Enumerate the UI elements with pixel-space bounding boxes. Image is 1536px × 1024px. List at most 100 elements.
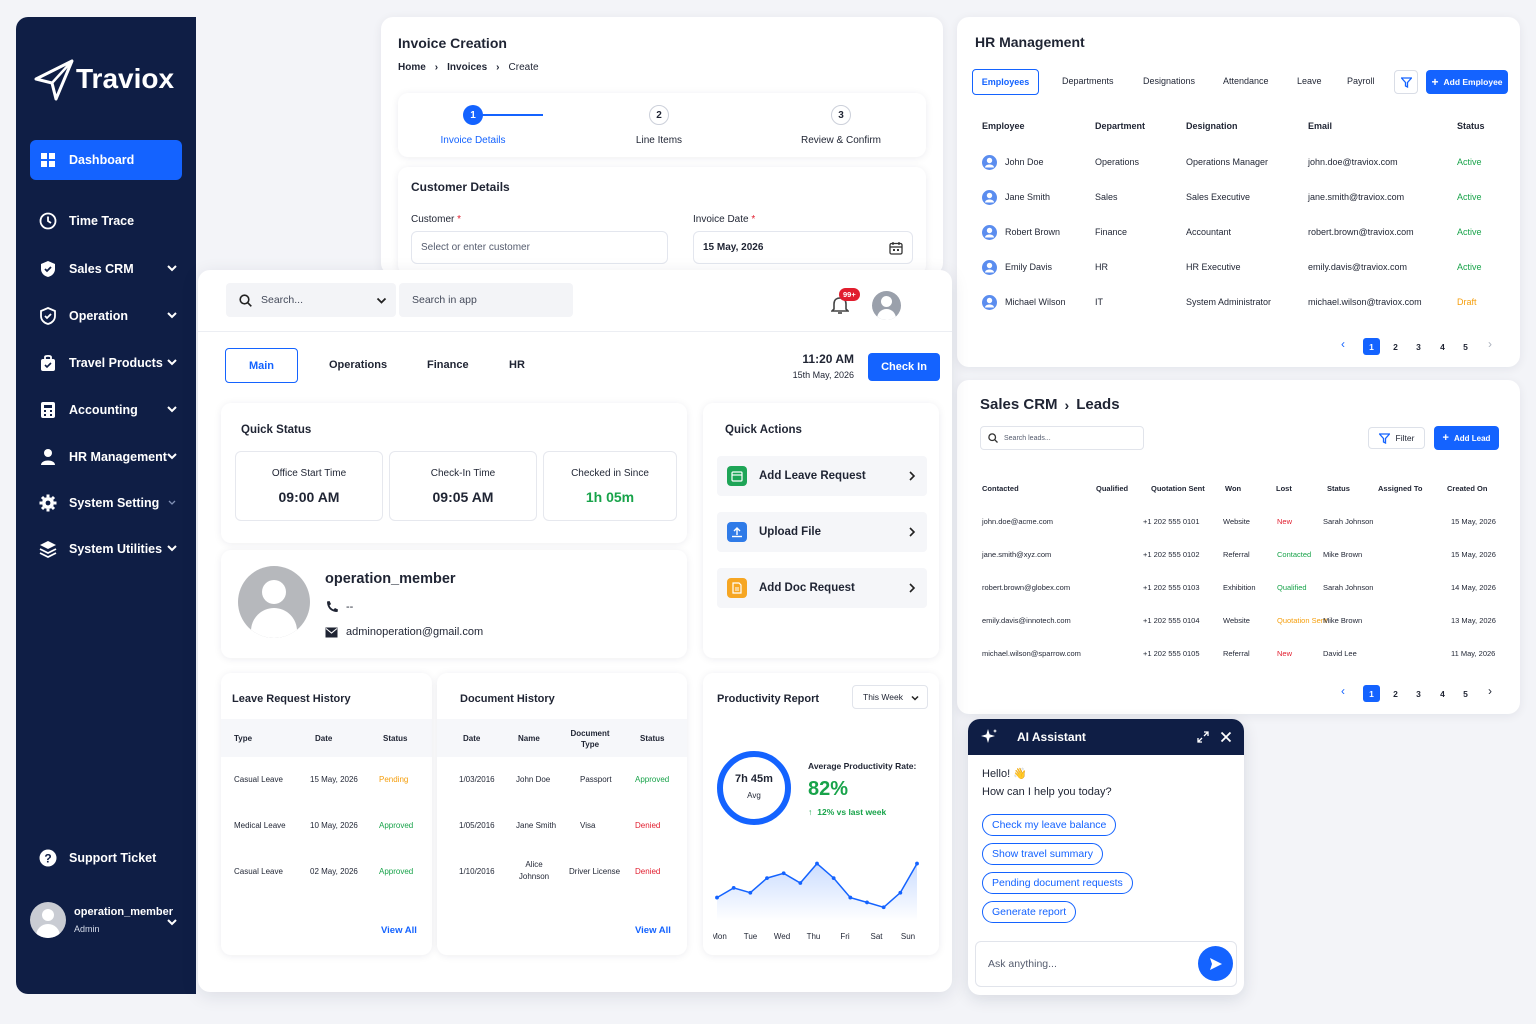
upload-file-button[interactable]: Upload File — [717, 512, 927, 552]
table-cell[interactable]: Emily Davis — [1005, 262, 1052, 272]
suggestion-travel-summary[interactable]: Show travel summary — [982, 843, 1103, 865]
search-icon — [988, 433, 998, 443]
sales-title-text: Sales CRM — [980, 396, 1058, 413]
expand-icon[interactable] — [1197, 731, 1209, 743]
table-cell[interactable]: Michael Wilson — [1005, 297, 1066, 307]
tab-payroll[interactable]: Payroll — [1347, 76, 1375, 86]
global-search-select[interactable]: Search... — [226, 283, 396, 317]
close-icon[interactable] — [1220, 731, 1232, 743]
page-1-button[interactable]: 1 — [1363, 685, 1380, 702]
plus-icon: + — [1442, 432, 1449, 444]
avatar[interactable] — [872, 291, 901, 320]
check-in-button[interactable]: Check In — [868, 353, 940, 381]
tab-designations[interactable]: Designations — [1143, 76, 1195, 86]
table-cell: Jane Smith — [516, 821, 557, 830]
filter-button[interactable]: Filter — [1368, 427, 1425, 449]
table-cell[interactable]: Jane Smith — [1005, 192, 1050, 202]
chevron-down-icon — [167, 406, 177, 413]
page-4-button[interactable]: 4 — [1434, 685, 1451, 702]
range-select[interactable]: This Week — [852, 685, 928, 709]
next-page-button[interactable]: › — [1488, 337, 1492, 351]
tab-finance[interactable]: Finance — [427, 359, 469, 371]
page-3-button[interactable]: 3 — [1410, 338, 1427, 355]
page-5-button[interactable]: 5 — [1457, 338, 1474, 355]
notification-button[interactable]: 99+ — [831, 288, 860, 315]
table-cell[interactable]: jane.smith@xyz.com — [982, 550, 1051, 559]
prev-page-button[interactable]: ‹ — [1341, 684, 1345, 698]
stat-value: 09:00 AM — [278, 489, 340, 505]
status-badge: Approved — [379, 867, 414, 876]
table-cell[interactable]: emily.davis@innotech.com — [982, 616, 1071, 625]
customer-input[interactable]: Select or enter customer — [411, 231, 668, 264]
page-2-button[interactable]: 2 — [1387, 338, 1404, 355]
profile-phone: -- — [325, 600, 353, 613]
sidebar-item-operation[interactable]: Operation — [30, 296, 182, 336]
sidebar-item-system-setting[interactable]: System Setting — [30, 483, 182, 523]
column-header: Email — [1308, 121, 1333, 131]
tab-leave[interactable]: Leave — [1297, 76, 1322, 86]
add-doc-request-button[interactable]: Add Doc Request — [717, 568, 927, 608]
search-icon — [239, 293, 252, 307]
help-icon: ? — [39, 849, 57, 867]
page-2-button[interactable]: 2 — [1387, 685, 1404, 702]
sidebar-item-hr-management[interactable]: HR Management — [30, 437, 182, 477]
add-lead-button[interactable]: + Add Lead — [1434, 426, 1499, 450]
filter-button[interactable] — [1394, 70, 1418, 94]
prev-page-button[interactable]: ‹ — [1341, 337, 1345, 351]
tab-attendance[interactable]: Attendance — [1223, 76, 1269, 86]
sidebar-item-label: Accounting — [69, 403, 138, 417]
page-4-button[interactable]: 4 — [1434, 338, 1451, 355]
sidebar-item-system-utilities[interactable]: System Utilities — [30, 529, 182, 569]
send-button[interactable] — [1198, 946, 1233, 981]
brand-logo[interactable]: Traviox — [34, 57, 174, 101]
sidebar-item-dashboard[interactable]: Dashboard — [30, 140, 182, 180]
table-cell: Passport — [580, 775, 612, 784]
tab-operations[interactable]: Operations — [329, 359, 387, 371]
breadcrumb-home[interactable]: Home — [398, 62, 426, 73]
step-3-indicator[interactable]: 3 — [831, 105, 851, 125]
stat-label: Check-In Time — [430, 468, 496, 479]
filter-icon — [1378, 432, 1390, 444]
current-date: 15th May, 2026 — [792, 370, 854, 380]
suggestion-generate-report[interactable]: Generate report — [982, 901, 1077, 923]
table-cell: 13 May, 2026 — [1451, 616, 1496, 625]
table-cell[interactable]: john.doe@acme.com — [982, 517, 1053, 526]
sidebar-item-travel-products[interactable]: Travel Products — [30, 343, 182, 383]
tab-departments[interactable]: Departments — [1062, 76, 1114, 86]
calendar-icon[interactable] — [889, 241, 903, 255]
page-3-button[interactable]: 3 — [1410, 685, 1427, 702]
breadcrumb-invoices[interactable]: Invoices — [447, 62, 487, 73]
view-all-link[interactable]: View All — [635, 925, 671, 936]
tab-hr[interactable]: HR — [509, 359, 525, 371]
next-page-button[interactable]: › — [1488, 684, 1492, 698]
tab-employees[interactable]: Employees — [972, 69, 1039, 95]
invoice-date-input[interactable]: 15 May, 2026 — [693, 231, 913, 264]
data-point — [781, 871, 786, 876]
table-cell: Website — [1223, 517, 1250, 526]
table-cell[interactable]: Robert Brown — [1005, 227, 1060, 237]
suggestion-leave-balance[interactable]: Check my leave balance — [982, 814, 1117, 836]
add-leave-request-button[interactable]: Add Leave Request — [717, 456, 927, 496]
suggestion-pending-documents[interactable]: Pending document requests — [982, 872, 1133, 894]
sidebar-item-label: System Setting — [69, 496, 160, 510]
sidebar-item-sales-crm[interactable]: Sales CRM — [30, 249, 182, 289]
table-cell[interactable]: robert.brown@globex.com — [982, 583, 1070, 592]
table-cell: +1 202 555 0101 — [1143, 517, 1200, 526]
tab-main[interactable]: Main — [225, 348, 298, 383]
table-cell[interactable]: John Doe — [1005, 157, 1044, 167]
support-ticket-link[interactable]: ? Support Ticket — [30, 838, 182, 878]
table-cell[interactable]: michael.wilson@sparrow.com — [982, 649, 1081, 658]
range-value: This Week — [863, 692, 903, 702]
page-1-button[interactable]: 1 — [1363, 338, 1380, 355]
step-1-indicator[interactable]: 1 — [463, 105, 483, 125]
page-5-button[interactable]: 5 — [1457, 685, 1474, 702]
user-profile-menu[interactable]: operation_member Admin — [30, 902, 182, 938]
search-in-app-input[interactable]: Search in app — [399, 283, 573, 317]
step-2-indicator[interactable]: 2 — [649, 105, 669, 125]
sidebar-item-accounting[interactable]: Accounting — [30, 390, 182, 430]
table-cell: +1 202 555 0105 — [1143, 649, 1200, 658]
search-leads-input[interactable]: Search leads... — [980, 426, 1144, 450]
add-employee-button[interactable]: + Add Employee — [1426, 70, 1508, 94]
view-all-link[interactable]: View All — [381, 925, 417, 936]
sidebar-item-time-trace[interactable]: Time Trace — [30, 201, 182, 241]
